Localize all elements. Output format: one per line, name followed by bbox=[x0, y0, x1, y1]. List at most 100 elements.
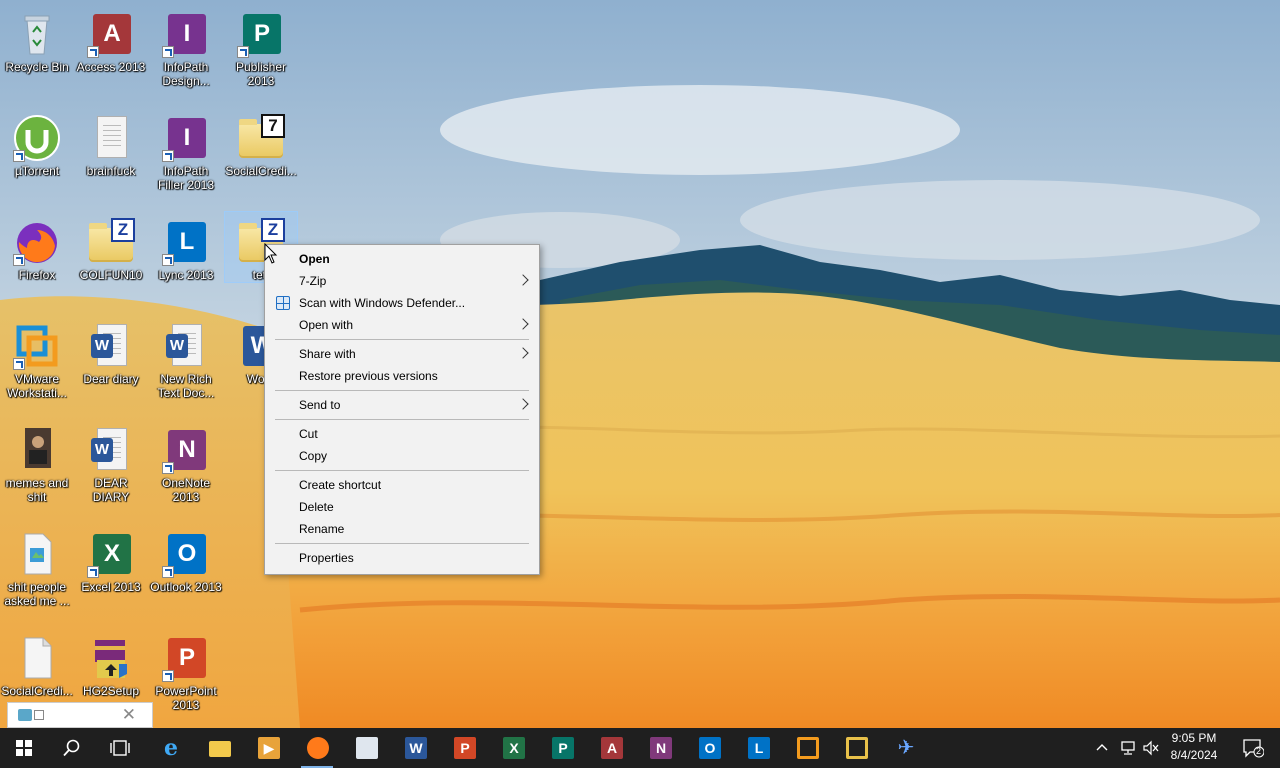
menu-item-label: Create shortcut bbox=[299, 478, 382, 492]
desktop-icon-label: DEAR DIARY bbox=[92, 476, 130, 504]
menu-item-delete[interactable]: Delete bbox=[265, 496, 539, 518]
menu-item-share-with[interactable]: Share with bbox=[265, 343, 539, 365]
taskbar-snipping-tool[interactable] bbox=[342, 728, 390, 768]
menu-separator bbox=[275, 390, 529, 391]
clock[interactable]: 9:05 PM 8/4/2024 bbox=[1166, 731, 1222, 762]
zip-folder-icon: Z bbox=[87, 218, 135, 266]
desktop-icon-dear-diary-caps[interactable]: W DEAR DIARY bbox=[75, 420, 147, 516]
start-button[interactable] bbox=[0, 728, 48, 768]
outlook-icon: O bbox=[162, 530, 210, 578]
taskbar-onenote[interactable]: N bbox=[636, 728, 684, 768]
taskbar-outlook[interactable]: O bbox=[685, 728, 733, 768]
desktop-icon-new-rich-text[interactable]: W New Rich Text Doc... bbox=[150, 316, 222, 412]
taskbar-word[interactable]: W bbox=[391, 728, 439, 768]
desktop-icon-excel[interactable]: X Excel 2013 bbox=[75, 524, 147, 620]
menu-item-open-with[interactable]: Open with bbox=[265, 314, 539, 336]
desktop-icon-brainfuck[interactable]: brainfuck bbox=[75, 108, 147, 204]
menu-separator bbox=[275, 470, 529, 471]
desktop-icon-label: shit people asked me ... bbox=[4, 580, 70, 608]
7zip-archive-icon: 7 bbox=[237, 114, 285, 162]
chevron-right-icon bbox=[517, 274, 529, 286]
taskbar-powerpoint[interactable]: P bbox=[440, 728, 488, 768]
desktop-icon-infopath-designer[interactable]: I InfoPath Design... bbox=[150, 4, 222, 100]
desktop-icon-utorrent[interactable]: µTorrent bbox=[1, 108, 73, 204]
chevron-right-icon bbox=[517, 398, 529, 410]
taskbar-file-explorer[interactable] bbox=[195, 728, 243, 768]
internet-explorer-icon: e bbox=[164, 735, 178, 761]
menu-item-cut[interactable]: Cut bbox=[265, 423, 539, 445]
access-icon: A bbox=[601, 737, 623, 759]
close-icon[interactable]: ✕ bbox=[122, 705, 136, 725]
desktop-icon-label: Excel 2013 bbox=[81, 580, 141, 594]
folder-icon bbox=[209, 741, 231, 757]
desktop-icon-label: Outlook 2013 bbox=[150, 580, 222, 594]
desktop-icon-colfun10[interactable]: Z COLFUN10 bbox=[75, 212, 147, 308]
desktop-icon-firefox[interactable]: Firefox bbox=[1, 212, 73, 308]
document-icon bbox=[13, 530, 61, 578]
excel-icon: X bbox=[87, 530, 135, 578]
clock-date: 8/4/2024 bbox=[1170, 748, 1218, 762]
network-icon[interactable] bbox=[1118, 740, 1136, 756]
desktop-icon-label: memes and shit bbox=[5, 476, 69, 504]
taskbar-publisher[interactable]: P bbox=[538, 728, 586, 768]
taskbar-excel[interactable]: X bbox=[489, 728, 537, 768]
menu-item-send-to[interactable]: Send to bbox=[265, 394, 539, 416]
shortcut-arrow-icon bbox=[237, 46, 249, 58]
desktop-icon-label: PowerPoint 2013 bbox=[155, 684, 217, 712]
desktop-icon-powerpoint[interactable]: P PowerPoint 2013 bbox=[150, 628, 222, 724]
desktop-icon-vmware[interactable]: VMware Workstati... bbox=[1, 316, 73, 412]
desktop-icon-recycle-bin[interactable]: Recycle Bin bbox=[1, 4, 73, 100]
menu-item-scan-defender[interactable]: Scan with Windows Defender... bbox=[265, 292, 539, 314]
powerpoint-icon: P bbox=[162, 634, 210, 682]
desktop-icon-dear-diary[interactable]: W Dear diary bbox=[75, 316, 147, 412]
taskbar-media-player[interactable]: ▶ bbox=[244, 728, 292, 768]
infopath-icon: I bbox=[162, 114, 210, 162]
menu-item-open[interactable]: Open bbox=[265, 248, 539, 270]
desktop-icon-access[interactable]: A Access 2013 bbox=[75, 4, 147, 100]
word-icon: W bbox=[405, 737, 427, 759]
menu-separator bbox=[275, 419, 529, 420]
taskbar-lync[interactable]: L bbox=[734, 728, 782, 768]
task-view-icon bbox=[110, 740, 130, 756]
action-center-button[interactable]: 2 bbox=[1230, 728, 1280, 768]
clock-time: 9:05 PM bbox=[1171, 731, 1217, 745]
taskbar-vmware[interactable] bbox=[783, 728, 831, 768]
taskbar-firefox[interactable] bbox=[293, 728, 341, 768]
taskbar-app[interactable]: ✈ bbox=[881, 728, 929, 768]
menu-item-copy[interactable]: Copy bbox=[265, 445, 539, 467]
menu-item-properties[interactable]: Properties bbox=[265, 547, 539, 569]
desktop-icon-memes[interactable]: memes and shit bbox=[1, 420, 73, 516]
volume-muted-icon[interactable] bbox=[1142, 740, 1160, 756]
menu-separator bbox=[275, 339, 529, 340]
shortcut-arrow-icon bbox=[87, 566, 99, 578]
desktop-icon-socialcredit[interactable]: 7 SocialCredi... bbox=[225, 108, 297, 204]
menu-separator bbox=[275, 543, 529, 544]
firefox-icon bbox=[13, 218, 61, 266]
menu-item-rename[interactable]: Rename bbox=[265, 518, 539, 540]
taskbar-hg2[interactable] bbox=[832, 728, 880, 768]
desktop-icon-shit-people[interactable]: shit people asked me ... bbox=[1, 524, 73, 620]
search-button[interactable] bbox=[48, 728, 96, 768]
desktop-icon-outlook[interactable]: O Outlook 2013 bbox=[150, 524, 222, 620]
onenote-icon: N bbox=[162, 426, 210, 474]
desktop-icon-publisher[interactable]: P Publisher 2013 bbox=[225, 4, 297, 100]
menu-item-7zip[interactable]: 7-Zip bbox=[265, 270, 539, 292]
taskbar-thumbnail-popup[interactable]: ✕ bbox=[7, 702, 153, 728]
publisher-icon: P bbox=[552, 737, 574, 759]
desktop-icon-lync[interactable]: L Lync 2013 bbox=[150, 212, 222, 308]
menu-item-restore-previous[interactable]: Restore previous versions bbox=[265, 365, 539, 387]
menu-item-create-shortcut[interactable]: Create shortcut bbox=[265, 474, 539, 496]
desktop-icon-infopath-filler[interactable]: I InfoPath Filler 2013 bbox=[150, 108, 222, 204]
chevron-up-icon[interactable] bbox=[1096, 742, 1108, 754]
app-icon bbox=[18, 709, 32, 721]
vmware-icon bbox=[797, 737, 819, 759]
taskbar-internet-explorer[interactable]: e bbox=[146, 728, 194, 768]
task-view-button[interactable] bbox=[96, 728, 144, 768]
word-document-icon: W bbox=[87, 426, 135, 474]
desktop-icon-onenote[interactable]: N OneNote 2013 bbox=[150, 420, 222, 516]
taskbar-access[interactable]: A bbox=[587, 728, 635, 768]
desktop-icon-label: Firefox bbox=[18, 268, 56, 282]
vmware-icon bbox=[13, 322, 61, 370]
document-icon bbox=[13, 634, 61, 682]
desktop-icon-label: OneNote 2013 bbox=[161, 476, 211, 504]
